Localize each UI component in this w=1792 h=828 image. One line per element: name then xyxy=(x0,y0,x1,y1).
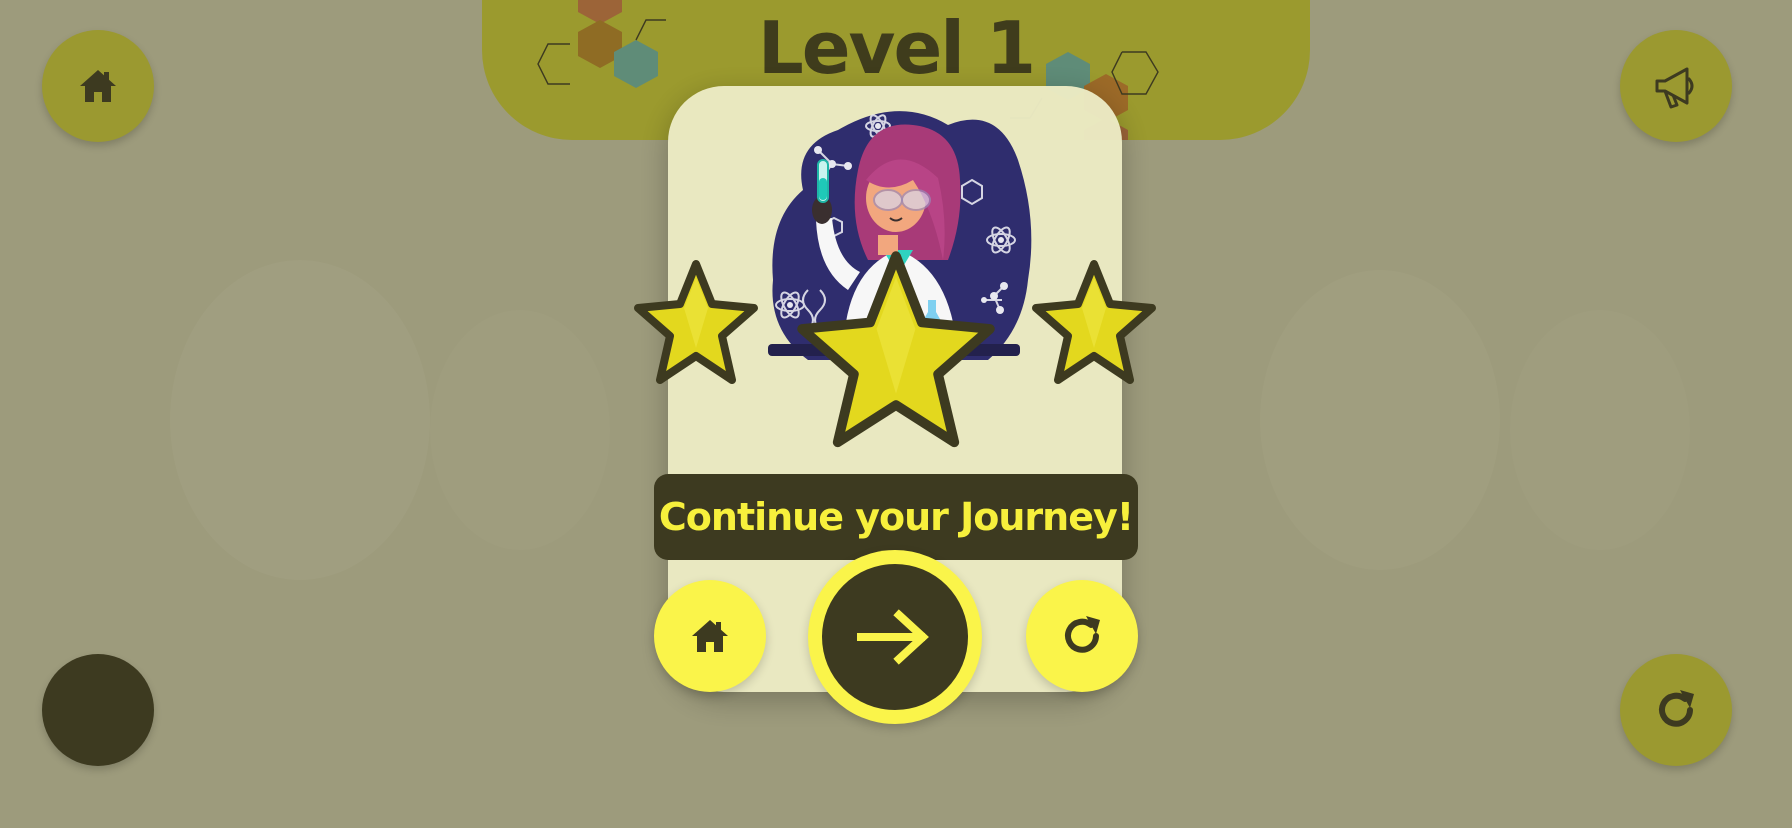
next-level-button[interactable] xyxy=(808,550,982,724)
arrow-right-icon xyxy=(857,609,929,665)
level-title: Level 1 xyxy=(757,6,1036,90)
star-center-icon xyxy=(797,251,995,448)
star-left-icon xyxy=(634,260,758,384)
home-icon xyxy=(692,620,728,652)
announcement-button[interactable] xyxy=(1620,30,1732,142)
dark-circle-button[interactable] xyxy=(42,654,154,766)
home-icon xyxy=(80,70,116,102)
next-button-inner xyxy=(822,564,968,710)
star-right-icon xyxy=(1032,260,1156,384)
restart-icon xyxy=(1065,616,1100,653)
modal-home-button[interactable] xyxy=(654,580,766,692)
restart-icon xyxy=(1659,690,1694,727)
message-banner: Continue your Journey! xyxy=(654,474,1138,560)
megaphone-icon xyxy=(1655,67,1694,109)
home-button[interactable] xyxy=(42,30,154,142)
continue-message: Continue your Journey! xyxy=(658,495,1134,539)
restart-button[interactable] xyxy=(1620,654,1732,766)
modal-restart-button[interactable] xyxy=(1026,580,1138,692)
